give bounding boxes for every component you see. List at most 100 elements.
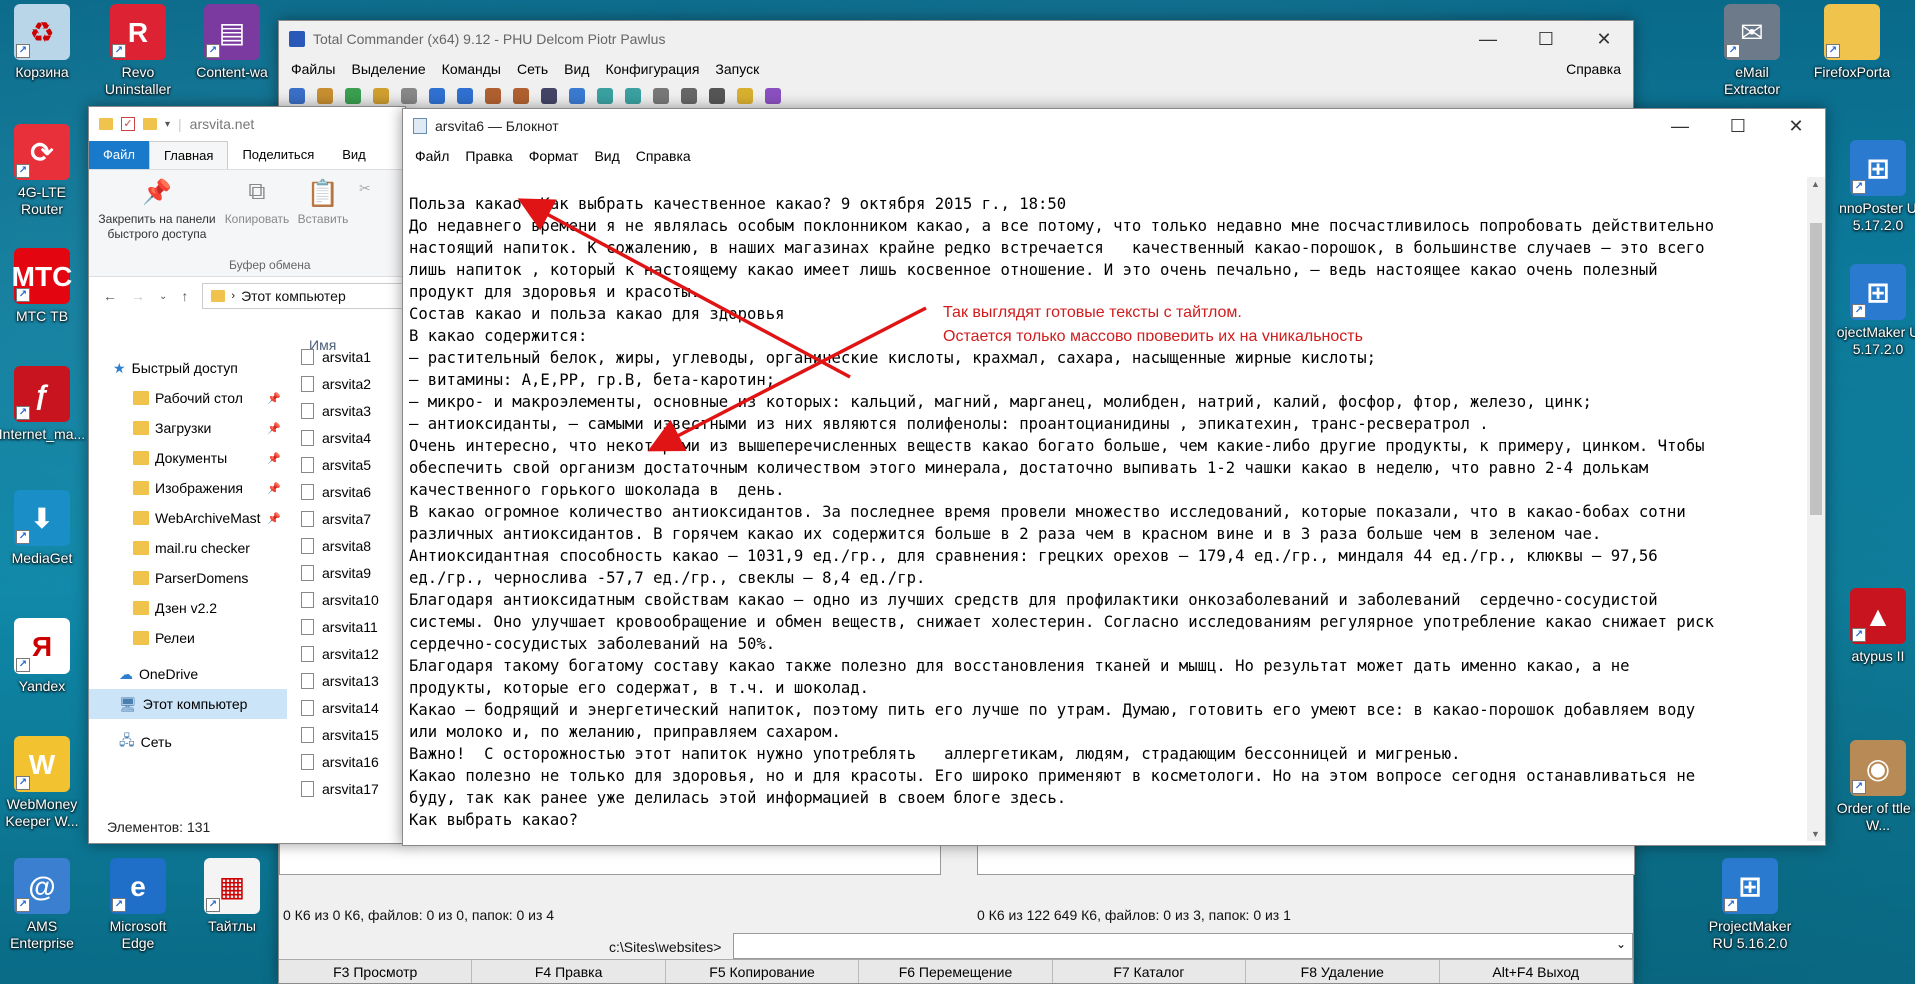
- tc-menu-item[interactable]: Запуск: [709, 61, 765, 77]
- file-item[interactable]: arsvita14: [287, 694, 407, 721]
- paste-button[interactable]: 📋 Вставить: [293, 178, 353, 226]
- maximize-icon[interactable]: ☐: [1709, 109, 1767, 143]
- ribbon-tab[interactable]: Поделиться: [228, 141, 328, 169]
- scrollbar-thumb[interactable]: [1810, 223, 1822, 515]
- toolbar-button-icon[interactable]: [569, 87, 585, 104]
- notepad-text-area[interactable]: Польза какао. Как выбрать качественное к…: [409, 193, 1801, 841]
- file-item[interactable]: arsvita9: [287, 559, 407, 586]
- toolbar-button-icon[interactable]: [625, 87, 641, 104]
- toolbar-button-icon[interactable]: [709, 87, 725, 104]
- file-item[interactable]: arsvita13: [287, 667, 407, 694]
- file-item[interactable]: arsvita17: [287, 775, 407, 802]
- file-item[interactable]: arsvita3: [287, 397, 407, 424]
- desktop-icon[interactable]: ♻ ↗ Корзина: [0, 4, 86, 81]
- tc-menu-item[interactable]: Выделение: [345, 61, 431, 77]
- tc-menu-item[interactable]: Сеть: [511, 61, 554, 77]
- file-item[interactable]: arsvita7: [287, 505, 407, 532]
- vertical-scrollbar[interactable]: ▲ ▼: [1807, 177, 1825, 841]
- nav-tree-item[interactable]: ☁ OneDrive: [89, 659, 287, 689]
- desktop-icon[interactable]: ↗ FirefoxPorta: [1808, 4, 1896, 81]
- nav-tree-item[interactable]: mail.ru checker: [89, 533, 287, 563]
- minimize-icon[interactable]: —: [1651, 109, 1709, 143]
- tc-minimize-icon[interactable]: —: [1459, 21, 1517, 57]
- desktop-icon[interactable]: ⊞ ↗ ojectMaker U 5.17.2.0: [1834, 264, 1915, 358]
- address-bar[interactable]: › Этот компьютер: [202, 283, 405, 309]
- desktop-icon[interactable]: МТС ↗ МТС ТВ: [0, 248, 86, 325]
- forward-arrow-icon[interactable]: →: [131, 288, 145, 304]
- file-item[interactable]: arsvita1: [287, 343, 407, 370]
- nav-tree-item[interactable]: ParserDomens: [89, 563, 287, 593]
- customize-qat-icon[interactable]: ▾: [165, 119, 170, 130]
- dropdown-icon[interactable]: ⌄: [159, 291, 167, 302]
- tc-close-icon[interactable]: ✕: [1575, 21, 1633, 57]
- scroll-down-icon[interactable]: ▼: [1811, 829, 1820, 839]
- desktop-icon[interactable]: ▲ ↗ atypus II: [1834, 588, 1915, 665]
- file-item[interactable]: arsvita10: [287, 586, 407, 613]
- function-key-button[interactable]: F6 Перемещение: [859, 960, 1053, 983]
- toolbar-button-icon[interactable]: [457, 87, 473, 104]
- toolbar-button-icon[interactable]: [653, 87, 669, 104]
- tc-maximize-icon[interactable]: ☐: [1517, 21, 1575, 57]
- tc-titlebar[interactable]: Total Commander (x64) 9.12 - PHU Delcom …: [279, 21, 1633, 57]
- file-item[interactable]: arsvita16: [287, 748, 407, 775]
- scroll-up-icon[interactable]: ▲: [1811, 179, 1820, 189]
- cut-icon[interactable]: ✂: [359, 180, 371, 197]
- desktop-icon[interactable]: ⟳ ↗ 4G-LTE Router: [0, 124, 86, 218]
- ribbon-tab[interactable]: Файл: [89, 141, 149, 169]
- toolbar-button-icon[interactable]: [401, 87, 417, 104]
- tc-command-line[interactable]: ⌄: [733, 933, 1633, 959]
- function-key-button[interactable]: F5 Копирование: [666, 960, 860, 983]
- desktop-icon[interactable]: ✉ ↗ eMail Extractor: [1708, 4, 1796, 98]
- file-item[interactable]: arsvita4: [287, 424, 407, 451]
- pin-quick-access-button[interactable]: 📌 Закрепить на панели быстрого доступа: [95, 178, 219, 242]
- file-item[interactable]: arsvita12: [287, 640, 407, 667]
- toolbar-button-icon[interactable]: [513, 87, 529, 104]
- file-item[interactable]: arsvita11: [287, 613, 407, 640]
- desktop-icon[interactable]: R ↗ Revo Uninstaller: [94, 4, 182, 98]
- tc-help-menu[interactable]: Справка: [1560, 61, 1627, 77]
- desktop-icon[interactable]: W ↗ WebMoney Keeper W...: [0, 736, 86, 830]
- toolbar-button-icon[interactable]: [485, 87, 501, 104]
- nav-tree-item[interactable]: 🖧 Сеть: [89, 727, 287, 757]
- toolbar-button-icon[interactable]: [345, 87, 361, 104]
- notepad-menu-item[interactable]: Формат: [523, 148, 585, 164]
- toolbar-button-icon[interactable]: [597, 87, 613, 104]
- function-key-button[interactable]: F8 Удаление: [1246, 960, 1440, 983]
- notepad-window[interactable]: arsvita6 — Блокнот — ☐ ✕ Файл Правка Форма…: [402, 108, 1826, 846]
- file-item[interactable]: arsvita8: [287, 532, 407, 559]
- toolbar-button-icon[interactable]: [737, 87, 753, 104]
- notepad-menu-item[interactable]: Правка: [459, 148, 518, 164]
- explorer-window[interactable]: ✓ ▾ | arsvita.net Файл Главная Поделиться В…: [88, 106, 406, 844]
- toolbar-button-icon[interactable]: [373, 87, 389, 104]
- nav-tree-item[interactable]: Изображения 📌: [89, 473, 287, 503]
- function-key-button[interactable]: F3 Просмотр: [279, 960, 473, 983]
- ribbon-tab[interactable]: Главная: [148, 141, 229, 169]
- toolbar-button-icon[interactable]: [317, 87, 333, 104]
- toolbar-button-icon[interactable]: [289, 87, 305, 104]
- file-item[interactable]: arsvita6: [287, 478, 407, 505]
- desktop-icon[interactable]: ▦ ↗ Тайтлы: [188, 858, 276, 935]
- desktop-icon[interactable]: @ ↗ AMS Enterprise: [0, 858, 86, 952]
- properties-icon[interactable]: ✓: [121, 117, 135, 131]
- desktop-icon[interactable]: Я ↗ Yandex: [0, 618, 86, 695]
- desktop-icon[interactable]: ⊞ ↗ nnoPoster U 5.17.2.0: [1834, 140, 1915, 234]
- tc-menu-item[interactable]: Файлы: [285, 61, 341, 77]
- nav-tree-item[interactable]: Дзен v2.2: [89, 593, 287, 623]
- nav-tree-item[interactable]: Рабочий стол 📌: [89, 383, 287, 413]
- toolbar-button-icon[interactable]: [429, 87, 445, 104]
- nav-tree-item[interactable]: Документы 📌: [89, 443, 287, 473]
- back-arrow-icon[interactable]: ←: [103, 288, 117, 304]
- notepad-menu-item[interactable]: Вид: [588, 148, 625, 164]
- desktop-icon[interactable]: ▤ ↗ Content-wa: [188, 4, 276, 81]
- desktop-icon[interactable]: ƒ ↗ Internet_ma...: [0, 366, 86, 443]
- tc-menu-item[interactable]: Команды: [436, 61, 507, 77]
- file-item[interactable]: arsvita2: [287, 370, 407, 397]
- toolbar-button-icon[interactable]: [765, 87, 781, 104]
- nav-tree-item[interactable]: Релеи: [89, 623, 287, 653]
- up-arrow-icon[interactable]: ↑: [181, 288, 188, 304]
- copy-button[interactable]: ⧉ Копировать: [223, 178, 291, 226]
- explorer-titlebar[interactable]: ✓ ▾ | arsvita.net: [89, 107, 405, 141]
- function-key-button[interactable]: F7 Каталог: [1053, 960, 1247, 983]
- tc-menu-item[interactable]: Конфигурация: [599, 61, 705, 77]
- tc-menu-item[interactable]: Вид: [558, 61, 595, 77]
